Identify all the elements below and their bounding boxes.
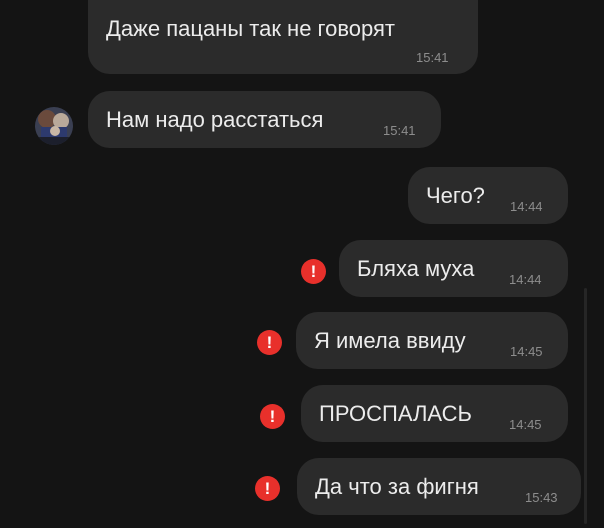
error-icon[interactable]: ! xyxy=(301,259,326,284)
message-bubble-outgoing[interactable]: Чего? 14:44 xyxy=(408,167,568,224)
message-text: Я имела ввиду xyxy=(314,328,466,353)
avatar-image xyxy=(35,107,73,145)
error-icon[interactable]: ! xyxy=(255,476,280,501)
message-bubble-incoming[interactable]: Даже пацаны так не говорят 15:41 xyxy=(88,0,478,74)
message-time: 15:41 xyxy=(416,50,449,65)
message-time: 14:44 xyxy=(509,272,542,287)
message-time: 15:41 xyxy=(383,123,416,138)
error-glyph: ! xyxy=(269,407,276,426)
message-text: Чего? xyxy=(426,183,485,208)
message-text: Нам надо расстаться xyxy=(106,107,324,132)
error-glyph: ! xyxy=(264,479,271,498)
error-icon[interactable]: ! xyxy=(260,404,285,429)
message-text: Да что за фигня xyxy=(315,474,479,499)
message-bubble-outgoing[interactable]: Бляха муха 14:44 xyxy=(339,240,568,297)
error-glyph: ! xyxy=(266,333,273,352)
contact-avatar[interactable] xyxy=(35,107,73,145)
error-icon[interactable]: ! xyxy=(257,330,282,355)
message-bubble-outgoing[interactable]: ПРОСПАЛАСЬ 14:45 xyxy=(301,385,568,442)
message-text: Бляха муха xyxy=(357,256,475,281)
message-time: 14:45 xyxy=(510,344,543,359)
message-time: 15:43 xyxy=(525,490,558,505)
message-bubble-outgoing[interactable]: Я имела ввиду 14:45 xyxy=(296,312,568,369)
message-text: Даже пацаны так не говорят xyxy=(106,16,395,41)
message-text: ПРОСПАЛАСЬ xyxy=(319,401,472,426)
error-glyph: ! xyxy=(310,262,317,281)
message-time: 14:44 xyxy=(510,199,543,214)
message-time: 14:45 xyxy=(509,417,542,432)
message-bubble-incoming[interactable]: Нам надо расстаться 15:41 xyxy=(88,91,441,148)
message-bubble-outgoing[interactable]: Да что за фигня 15:43 xyxy=(297,458,581,515)
scrollbar[interactable] xyxy=(584,288,587,524)
